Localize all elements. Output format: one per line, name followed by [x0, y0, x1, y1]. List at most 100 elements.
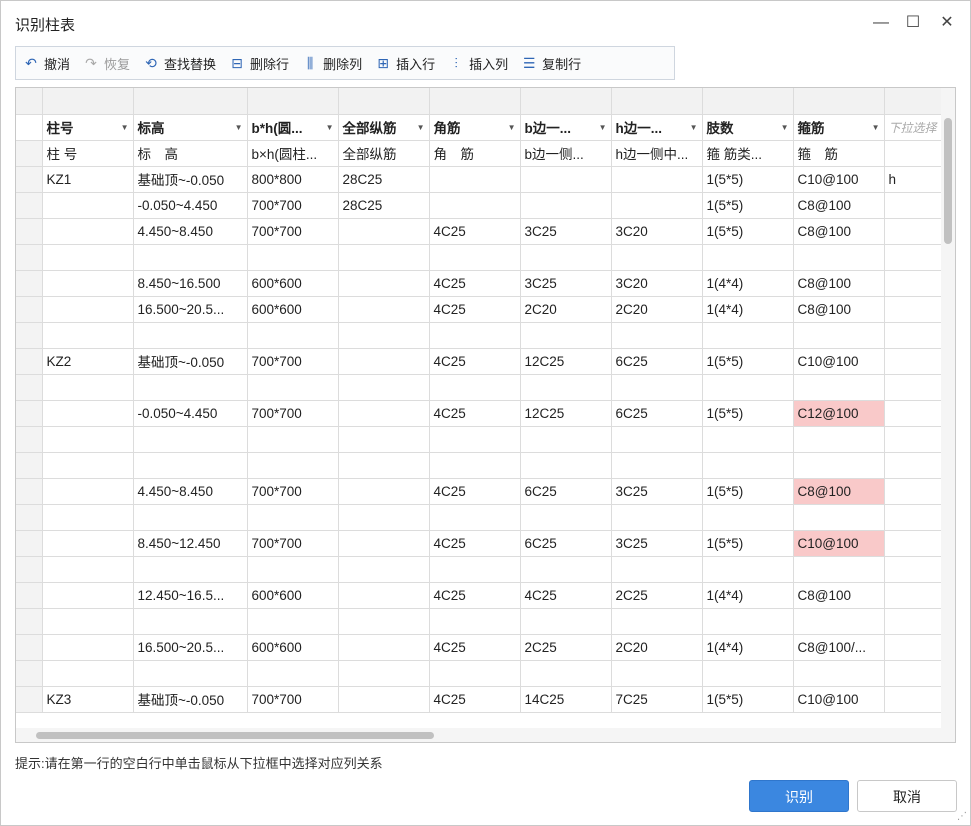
table-cell[interactable] — [884, 426, 945, 453]
table-cell[interactable] — [611, 244, 703, 271]
table-cell[interactable] — [247, 374, 339, 401]
table-cell[interactable]: 1(4*4) — [702, 634, 794, 661]
table-cell[interactable] — [884, 478, 945, 505]
table-cell[interactable]: 4C25 — [429, 582, 521, 609]
table-cell[interactable] — [429, 374, 521, 401]
column-mapping-select[interactable]: 下拉选择 — [884, 114, 945, 141]
table-cell[interactable] — [702, 322, 794, 349]
column-mapping-select[interactable]: b边一... ▼ — [520, 114, 612, 141]
table-cell[interactable] — [884, 348, 945, 375]
column-mapping-select[interactable]: b*h(圆... ▼ — [247, 114, 339, 141]
table-cell[interactable] — [338, 582, 430, 609]
table-cell[interactable] — [338, 504, 430, 531]
table-cell[interactable]: 700*700 — [247, 400, 339, 427]
table-cell[interactable]: 3C25 — [520, 270, 612, 297]
source-header-cell[interactable]: h边一侧中... — [611, 140, 703, 167]
table-cell[interactable] — [338, 608, 430, 635]
table-cell[interactable] — [338, 322, 430, 349]
row-header-cell[interactable] — [16, 608, 43, 635]
row-header-cell[interactable] — [16, 166, 43, 193]
table-cell[interactable]: 7C25 — [611, 686, 703, 713]
table-cell[interactable] — [884, 582, 945, 609]
table-cell[interactable]: 基础顶~-0.050 — [133, 686, 248, 713]
table-cell[interactable]: 6C25 — [520, 530, 612, 557]
table-cell[interactable] — [611, 608, 703, 635]
table-cell[interactable]: 700*700 — [247, 530, 339, 557]
table-cell[interactable] — [611, 426, 703, 453]
table-cell[interactable] — [520, 374, 612, 401]
dropdown-arrow-icon[interactable]: ▼ — [781, 123, 789, 132]
table-cell[interactable] — [702, 660, 794, 687]
minimize-button[interactable]: — — [869, 11, 893, 35]
table-cell[interactable]: 700*700 — [247, 348, 339, 375]
table-cell[interactable] — [338, 218, 430, 245]
column-mapping-select[interactable]: 柱号 ▼ — [42, 114, 134, 141]
table-cell[interactable] — [520, 244, 612, 271]
table-cell[interactable]: 4C25 — [429, 270, 521, 297]
table-cell[interactable]: 4C25 — [429, 686, 521, 713]
dropdown-arrow-icon[interactable]: ▼ — [121, 123, 129, 132]
toolbar-button-undo[interactable]: ↶ 撤消 — [22, 49, 70, 77]
table-cell[interactable] — [429, 660, 521, 687]
table-row[interactable]: 16.500~20.5... 600*600 4C25 2C20 2C20 1(4*4) C… — [16, 296, 945, 323]
table-cell[interactable] — [42, 270, 134, 297]
table-cell[interactable] — [133, 608, 248, 635]
table-cell[interactable]: 6C25 — [611, 400, 703, 427]
table-cell[interactable] — [42, 608, 134, 635]
table-cell[interactable] — [42, 400, 134, 427]
table-cell[interactable] — [702, 608, 794, 635]
table-row[interactable] — [16, 660, 945, 687]
table-cell[interactable] — [429, 244, 521, 271]
table-row[interactable]: -0.050~4.450 700*700 4C25 12C25 6C25 1(5*5) C1… — [16, 400, 945, 427]
table-cell[interactable] — [42, 478, 134, 505]
table-cell[interactable] — [42, 322, 134, 349]
table-cell[interactable] — [42, 426, 134, 453]
table-row[interactable]: KZ3 基础顶~-0.050 700*700 4C25 14C25 7C25 1(5*5) C… — [16, 686, 945, 713]
horizontal-scroll-thumb[interactable] — [36, 732, 434, 739]
table-cell[interactable] — [42, 192, 134, 219]
column-mapping-select[interactable]: 全部纵筋 ▼ — [338, 114, 430, 141]
source-header-cell[interactable]: 柱 号 — [42, 140, 134, 167]
dropdown-arrow-icon[interactable]: ▼ — [235, 123, 243, 132]
table-cell[interactable] — [429, 192, 521, 219]
toolbar-button-insert-column[interactable]: ⫶ 插入列 — [447, 49, 508, 77]
table-cell[interactable] — [338, 634, 430, 661]
table-cell[interactable]: 4C25 — [429, 348, 521, 375]
table-cell[interactable] — [520, 452, 612, 479]
table-cell[interactable] — [884, 244, 945, 271]
table-cell[interactable]: 1(4*4) — [702, 270, 794, 297]
table-cell[interactable]: C8@100 — [793, 582, 885, 609]
row-header-cell[interactable] — [16, 556, 43, 583]
table-cell[interactable]: 800*800 — [247, 166, 339, 193]
table-cell[interactable] — [247, 504, 339, 531]
table-cell[interactable] — [793, 374, 885, 401]
table-cell[interactable]: 700*700 — [247, 478, 339, 505]
column-mapping-select[interactable]: 肢数 ▼ — [702, 114, 794, 141]
table-row[interactable]: 4.450~8.450 700*700 4C25 6C25 3C25 1(5*5) C8@1… — [16, 478, 945, 505]
table-cell[interactable] — [793, 426, 885, 453]
table-cell[interactable] — [884, 608, 945, 635]
table-cell[interactable]: C10@100 — [793, 530, 885, 557]
table-cell[interactable] — [884, 660, 945, 687]
table-cell[interactable] — [611, 192, 703, 219]
toolbar-button-insert-row[interactable]: ⊞ 插入行 — [374, 49, 435, 77]
table-cell[interactable]: 1(4*4) — [702, 582, 794, 609]
dropdown-arrow-icon[interactable]: ▼ — [690, 123, 698, 132]
table-cell[interactable]: 28C25 — [338, 166, 430, 193]
toolbar-button-copy-row[interactable]: ☰ 复制行 — [520, 49, 581, 77]
table-cell[interactable]: 600*600 — [247, 270, 339, 297]
table-cell[interactable]: 1(5*5) — [702, 686, 794, 713]
table-cell[interactable]: 基础顶~-0.050 — [133, 166, 248, 193]
table-cell[interactable]: 1(5*5) — [702, 218, 794, 245]
table-cell[interactable]: 8.450~12.450 — [133, 530, 248, 557]
table-cell[interactable] — [884, 686, 945, 713]
table-cell[interactable] — [429, 556, 521, 583]
table-cell[interactable] — [793, 660, 885, 687]
table-cell[interactable] — [702, 374, 794, 401]
table-cell[interactable]: 4.450~8.450 — [133, 218, 248, 245]
table-cell[interactable]: 4C25 — [429, 296, 521, 323]
row-header-cell[interactable] — [16, 634, 43, 661]
source-header-cell[interactable]: 箍 筋 — [793, 140, 885, 167]
table-cell[interactable]: 3C25 — [611, 478, 703, 505]
table-cell[interactable] — [338, 426, 430, 453]
